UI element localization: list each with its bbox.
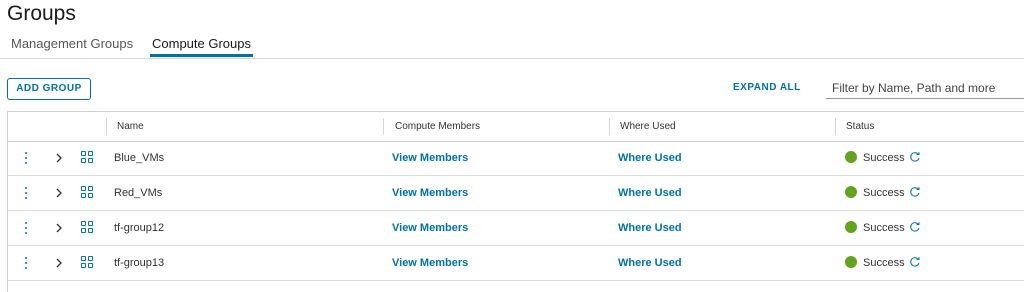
success-status-dot <box>845 186 857 199</box>
where-used-link[interactable]: Where Used <box>618 176 682 210</box>
filter-input[interactable] <box>826 77 1024 99</box>
group-name: tf-group13 <box>114 257 165 269</box>
chevron-right-icon[interactable] <box>52 256 66 270</box>
group-icon <box>81 186 93 198</box>
column-header-where-used[interactable]: Where Used <box>610 112 676 141</box>
group-name: tf-group12 <box>114 222 165 234</box>
group-icon <box>81 256 93 268</box>
success-status-dot <box>845 256 857 269</box>
refresh-icon[interactable] <box>909 256 921 268</box>
column-header-name[interactable]: Name <box>107 112 144 141</box>
status-text: Success <box>863 257 905 269</box>
refresh-icon[interactable] <box>909 151 921 163</box>
tab-compute-groups[interactable]: Compute Groups <box>150 36 253 57</box>
table-row: Red_VMs View Members Where Used Success <box>8 176 1024 211</box>
where-used-link[interactable]: Where Used <box>618 246 682 280</box>
vertical-ellipsis-icon[interactable] <box>21 220 31 236</box>
status-cell: Success <box>845 176 921 210</box>
chevron-right-icon[interactable] <box>52 221 66 235</box>
refresh-icon[interactable] <box>909 186 921 198</box>
group-name: Red_VMs <box>114 187 163 199</box>
chevron-right-icon[interactable] <box>52 186 66 200</box>
column-separator <box>383 118 384 135</box>
group-icon <box>81 151 93 163</box>
refresh-icon[interactable] <box>909 221 921 233</box>
vertical-ellipsis-icon[interactable] <box>21 255 31 271</box>
success-status-dot <box>845 151 857 164</box>
status-cell: Success <box>845 211 921 245</box>
status-text: Success <box>863 152 905 164</box>
expand-all-button[interactable]: EXPAND ALL <box>733 82 801 93</box>
where-used-link[interactable]: Where Used <box>618 141 682 175</box>
view-members-link[interactable]: View Members <box>392 246 468 280</box>
groups-datagrid: Name Compute Members Where Used Status B… <box>7 111 1024 292</box>
status-cell: Success <box>845 141 921 175</box>
table-header: Name Compute Members Where Used Status <box>8 112 1024 142</box>
view-members-link[interactable]: View Members <box>392 141 468 175</box>
tab-management-groups[interactable]: Management Groups <box>11 36 133 57</box>
vertical-ellipsis-icon[interactable] <box>21 150 31 166</box>
tab-bar: Management Groups Compute Groups <box>0 36 1024 59</box>
where-used-link[interactable]: Where Used <box>618 211 682 245</box>
add-group-button[interactable]: ADD GROUP <box>7 78 91 100</box>
page-title: Groups <box>7 2 76 25</box>
status-text: Success <box>863 222 905 234</box>
table-row: tf-group13 View Members Where Used Succe… <box>8 246 1024 281</box>
column-header-status[interactable]: Status <box>836 112 874 141</box>
view-members-link[interactable]: View Members <box>392 176 468 210</box>
success-status-dot <box>845 221 857 234</box>
column-header-compute-members[interactable]: Compute Members <box>385 112 480 141</box>
table-row: tf-group12 View Members Where Used Succe… <box>8 211 1024 246</box>
table-row: Blue_VMs View Members Where Used Success <box>8 141 1024 176</box>
vertical-ellipsis-icon[interactable] <box>21 185 31 201</box>
view-members-link[interactable]: View Members <box>392 211 468 245</box>
chevron-right-icon[interactable] <box>52 151 66 165</box>
status-text: Success <box>863 187 905 199</box>
group-icon <box>81 221 93 233</box>
status-cell: Success <box>845 246 921 280</box>
group-name: Blue_VMs <box>114 152 165 164</box>
